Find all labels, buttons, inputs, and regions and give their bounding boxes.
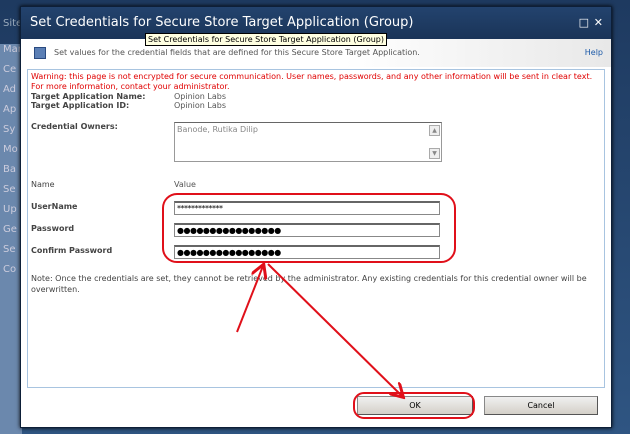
credential-owner-value: Banode, Rutika Dilip bbox=[177, 125, 258, 134]
bg-nav-fragment: Ba bbox=[3, 164, 16, 175]
username-input[interactable]: ************* bbox=[174, 201, 440, 215]
bg-nav-fragment: Ap bbox=[3, 104, 17, 115]
bg-nav-fragment: Up bbox=[3, 204, 17, 215]
target-app-name-value: Opinion Labs bbox=[174, 92, 227, 101]
scroll-up-icon[interactable]: ▲ bbox=[429, 125, 440, 136]
password-input[interactable]: ●●●●●●●●●●●●●●●● bbox=[174, 223, 440, 237]
username-label: UserName bbox=[31, 202, 78, 211]
maximize-icon[interactable]: □ bbox=[579, 7, 589, 39]
password-label: Password bbox=[31, 224, 75, 233]
scroll-down-icon[interactable]: ▼ bbox=[429, 148, 440, 159]
target-app-name-label: Target Application Name: bbox=[31, 92, 146, 101]
close-icon[interactable]: ✕ bbox=[594, 7, 603, 39]
target-app-id-value: Opinion Labs bbox=[174, 101, 227, 110]
bg-nav-fragment: Se bbox=[3, 244, 16, 255]
credential-owners-field[interactable]: Banode, Rutika Dilip ▲ ▼ bbox=[174, 122, 442, 162]
bg-nav-fragment: Ad bbox=[3, 84, 17, 95]
bg-left-nav: Man Ce Ad Ap Sy Mo Ba Se Up Ge Se Co bbox=[0, 44, 22, 434]
confirm-password-input[interactable]: ●●●●●●●●●●●●●●●● bbox=[174, 245, 440, 259]
dialog-title: Set Credentials for Secure Store Target … bbox=[30, 15, 414, 30]
bg-nav-fragment: Ce bbox=[3, 64, 17, 75]
form-icon bbox=[34, 47, 46, 59]
bg-nav-fragment: Sy bbox=[3, 124, 16, 135]
ok-button[interactable]: OK bbox=[357, 396, 473, 415]
security-warning: Warning: this page is not encrypted for … bbox=[31, 72, 593, 91]
bg-nav-fragment: Co bbox=[3, 264, 17, 275]
cancel-button[interactable]: Cancel bbox=[484, 396, 598, 415]
target-app-id-label: Target Application ID: bbox=[31, 101, 130, 110]
value-column-header: Value bbox=[174, 180, 196, 189]
help-link[interactable]: Help bbox=[585, 39, 603, 67]
bg-nav-fragment: Ge bbox=[3, 224, 17, 235]
credential-owners-label: Credential Owners: bbox=[31, 122, 118, 131]
bg-nav-fragment: Mo bbox=[3, 144, 18, 155]
confirm-password-label: Confirm Password bbox=[31, 246, 113, 255]
form-content: Warning: this page is not encrypted for … bbox=[27, 69, 605, 388]
name-column-header: Name bbox=[31, 180, 55, 189]
title-tooltip: Set Credentials for Secure Store Target … bbox=[145, 33, 387, 46]
bg-nav-fragment: Man bbox=[3, 44, 22, 55]
overwrite-note: Note: Once the credentials are set, they… bbox=[31, 274, 587, 294]
bg-nav-fragment: Se bbox=[3, 184, 16, 195]
credentials-dialog: Set Credentials for Secure Store Target … bbox=[20, 6, 612, 428]
